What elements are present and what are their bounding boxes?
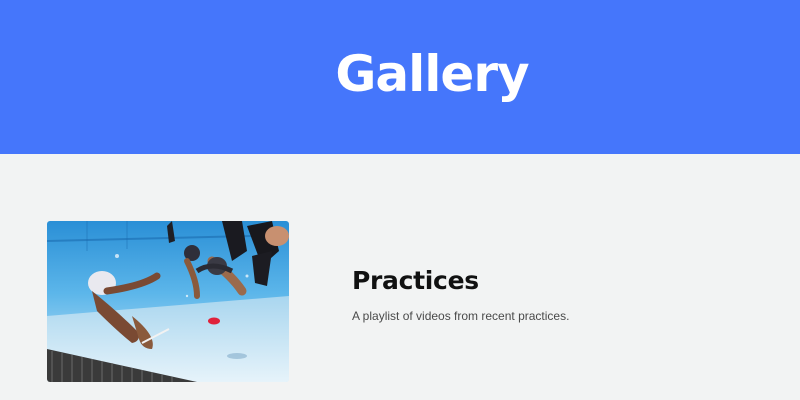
page-header: Gallery	[0, 0, 800, 154]
underwater-hockey-photo	[47, 221, 289, 382]
gallery-item-title[interactable]: Practices	[352, 266, 752, 295]
gallery-section: Practices A playlist of videos from rece…	[0, 154, 800, 400]
gallery-item-details: Practices A playlist of videos from rece…	[352, 266, 752, 323]
page-title: Gallery	[335, 45, 529, 103]
gallery-item-thumbnail[interactable]	[47, 221, 289, 382]
gallery-item-description: A playlist of videos from recent practic…	[352, 309, 570, 323]
